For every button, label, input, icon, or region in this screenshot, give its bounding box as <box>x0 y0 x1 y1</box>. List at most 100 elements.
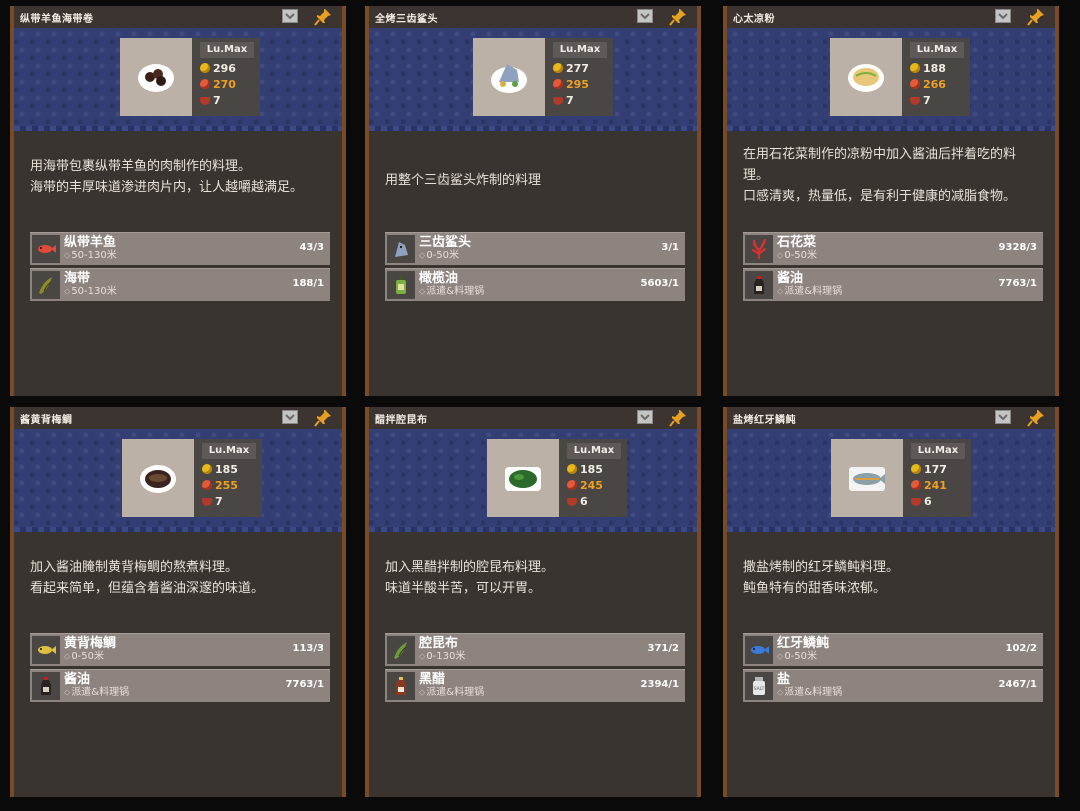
salt-icon: SALT <box>745 672 773 700</box>
ingredient-row[interactable]: SALT 盐 ⬦派遣&料理锅 2467/1 <box>743 669 1043 702</box>
pin-icon[interactable] <box>314 8 332 26</box>
olive-oil-icon <box>387 271 415 299</box>
level-badge: Lu.Max <box>553 42 607 58</box>
location-pin-icon: ⬦ <box>64 287 71 297</box>
pin-icon[interactable] <box>1027 409 1045 427</box>
taste-stat: 241 <box>911 479 947 493</box>
location-text: 派遣&料理锅 <box>71 687 130 698</box>
description-line: 鲀鱼特有的甜香味浓郁。 <box>743 581 887 596</box>
level-badge: Lu.Max <box>910 42 964 58</box>
banner-border <box>369 527 697 532</box>
description-line: 撒盐烤制的红牙鳞鲀料理。 <box>743 560 900 575</box>
servings-stat: 7 <box>553 94 574 108</box>
ingredient-name: 黄背梅鲷 <box>64 636 117 651</box>
price-stat: 185 <box>567 463 603 477</box>
description-line: 用海带包裹纵带羊鱼的肉制作的料理。 <box>30 159 252 174</box>
description-line: 用整个三齿鲨头炸制的料理 <box>385 173 542 188</box>
dish-banner: Lu.Max 188 266 7 <box>727 28 1055 126</box>
location-pin-icon: ⬦ <box>64 688 71 698</box>
recipe-description: 加入黑醋拌制的腔昆布料理。 味道半酸半苦，可以开胃。 <box>385 557 685 599</box>
recipe-description: 用整个三齿鲨头炸制的料理 <box>385 170 685 191</box>
ingredient-row[interactable]: 红牙鳞鲀 ⬦0-50米 102/2 <box>743 633 1043 666</box>
recipe-description: 在用石花菜制作的凉粉中加入酱油后拌着吃的料 理。 口感清爽，热量低，是有利于健康的减… <box>743 144 1043 207</box>
ingredient-name: 纵带羊鱼 <box>64 235 117 250</box>
location-text: 派遣&料理锅 <box>426 286 485 297</box>
ingredient-row[interactable]: 橄榄油 ⬦派遣&料理锅 5603/1 <box>385 268 685 301</box>
taste-icon <box>911 480 921 490</box>
checkbox-icon[interactable] <box>637 410 653 424</box>
ingredient-name: 海带 <box>64 271 91 286</box>
kelp-icon <box>387 636 415 664</box>
location-pin-icon: ⬦ <box>64 652 71 662</box>
ingredient-count: 188/1 <box>292 278 324 289</box>
panel-titlebar: 心太凉粉 <box>727 6 1055 29</box>
dish-image <box>120 38 192 116</box>
location-pin-icon: ⬦ <box>777 287 784 297</box>
pin-icon[interactable] <box>1027 8 1045 26</box>
ingredient-count: 43/3 <box>299 242 324 253</box>
ingredient-location: ⬦0-50米 <box>777 250 817 262</box>
bowl-icon <box>553 97 563 105</box>
ingredient-row[interactable]: 石花菜 ⬦0-50米 9328/3 <box>743 232 1043 265</box>
ingredient-row[interactable]: 三齿鲨头 ⬦0-50米 3/1 <box>385 232 685 265</box>
ingredient-row[interactable]: 黄背梅鲷 ⬦0-50米 113/3 <box>30 633 330 666</box>
ingredient-row[interactable]: 海带 ⬦50-130米 188/1 <box>30 268 330 301</box>
ingredient-row[interactable]: 黑醋 ⬦派遣&料理锅 2394/1 <box>385 669 685 702</box>
recipe-title: 纵带羊鱼海带卷 <box>20 14 94 25</box>
ingredient-count: 9328/3 <box>998 242 1037 253</box>
checkbox-icon[interactable] <box>637 9 653 23</box>
banner-border <box>14 126 342 131</box>
description-line: 加入酱油腌制黄背梅鲷的熬煮料理。 <box>30 560 239 575</box>
ingredient-name: 三齿鲨头 <box>419 235 472 250</box>
dish-stats: Lu.Max 296 270 7 <box>194 38 260 116</box>
ingredient-location: ⬦0-50米 <box>777 651 817 663</box>
ingredient-location: ⬦派遣&料理锅 <box>64 687 129 699</box>
ingredient-row[interactable]: 酱油 ⬦派遣&料理锅 7763/1 <box>743 268 1043 301</box>
pin-icon[interactable] <box>669 8 687 26</box>
ingredient-location: ⬦50-130米 <box>64 286 117 298</box>
level-badge: Lu.Max <box>567 443 621 459</box>
ingredient-location: ⬦50-130米 <box>64 250 117 262</box>
dish-card: Lu.Max 185 255 7 <box>122 439 262 517</box>
dish-stats: Lu.Max 277 295 7 <box>547 38 613 116</box>
checkbox-icon[interactable] <box>282 410 298 424</box>
recipe-description: 加入酱油腌制黄背梅鲷的熬煮料理。 看起来简单，但蕴含着酱油深邃的味道。 <box>30 557 330 599</box>
shark-head-icon <box>387 235 415 263</box>
ingredient-count: 2467/1 <box>998 679 1037 690</box>
location-text: 0-50米 <box>426 250 460 261</box>
pin-icon[interactable] <box>314 409 332 427</box>
dish-card: Lu.Max 296 270 7 <box>120 38 260 116</box>
checkbox-icon[interactable] <box>995 9 1011 23</box>
ingredient-location: ⬦0-50米 <box>419 250 459 262</box>
ingredient-row[interactable]: 酱油 ⬦派遣&料理锅 7763/1 <box>30 669 330 702</box>
coin-icon <box>567 464 577 474</box>
ingredient-row[interactable]: 腔昆布 ⬦0-130米 371/2 <box>385 633 685 666</box>
location-text: 派遣&料理锅 <box>784 286 843 297</box>
price-stat: 185 <box>202 463 238 477</box>
checkbox-icon[interactable] <box>282 9 298 23</box>
banner-border <box>369 126 697 131</box>
checkbox-icon[interactable] <box>995 410 1011 424</box>
ingredient-name: 酱油 <box>777 271 804 286</box>
pin-icon[interactable] <box>669 409 687 427</box>
servings-stat: 6 <box>911 495 932 509</box>
price-stat: 296 <box>200 62 236 76</box>
ingredient-count: 3/1 <box>661 242 679 253</box>
dish-banner: Lu.Max 277 295 7 <box>369 28 697 126</box>
dish-stats: Lu.Max 188 266 7 <box>904 38 970 116</box>
taste-stat: 270 <box>200 78 236 92</box>
location-pin-icon: ⬦ <box>777 251 784 261</box>
ingredient-row[interactable]: 纵带羊鱼 ⬦50-130米 43/3 <box>30 232 330 265</box>
description-line: 味道半酸半苦，可以开胃。 <box>385 581 542 596</box>
ingredient-count: 7763/1 <box>285 679 324 690</box>
taste-stat: 255 <box>202 479 238 493</box>
recipe-panel: 醋拌腔昆布 Lu.Max 185 245 6 加入黑醋拌制的腔昆布料理。 味道半酸… <box>365 407 701 797</box>
location-pin-icon: ⬦ <box>777 688 784 698</box>
location-pin-icon: ⬦ <box>419 652 426 662</box>
ingredient-location: ⬦派遣&料理锅 <box>419 286 484 298</box>
ingredient-name: 橄榄油 <box>419 271 459 286</box>
banner-border <box>727 126 1055 131</box>
location-pin-icon: ⬦ <box>64 251 71 261</box>
dish-image <box>830 38 902 116</box>
location-text: 0-130米 <box>426 651 466 662</box>
